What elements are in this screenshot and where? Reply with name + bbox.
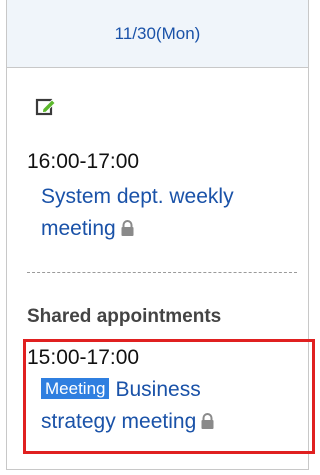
- day-header[interactable]: 11/30(Mon): [7, 0, 308, 68]
- event-title-line1[interactable]: System dept. weekly: [41, 185, 234, 208]
- day-column: 11/30(Mon) 16:00-17:00 System dept. week…: [6, 0, 315, 470]
- day-date[interactable]: 11/30(Mon): [115, 24, 201, 44]
- lock-icon: [200, 408, 215, 440]
- event-title-line2[interactable]: meeting: [41, 217, 116, 240]
- edit-schedule-icon[interactable]: [35, 96, 57, 118]
- event-title-link[interactable]: System dept. weekly meeting: [41, 181, 303, 247]
- shared-appointments-label: Shared appointments: [27, 306, 222, 327]
- shared-event-title-link[interactable]: Meeting Business strategy meeting: [41, 374, 303, 440]
- shared-event-title-line2[interactable]: strategy meeting: [41, 410, 196, 433]
- event-time: 16:00-17:00: [27, 150, 140, 173]
- meeting-badge: Meeting: [41, 378, 110, 399]
- lock-icon: [120, 215, 135, 247]
- shared-event-time: 15:00-17:00: [27, 346, 140, 369]
- shared-event-title-line1[interactable]: Business: [115, 378, 200, 401]
- section-divider: [27, 272, 297, 273]
